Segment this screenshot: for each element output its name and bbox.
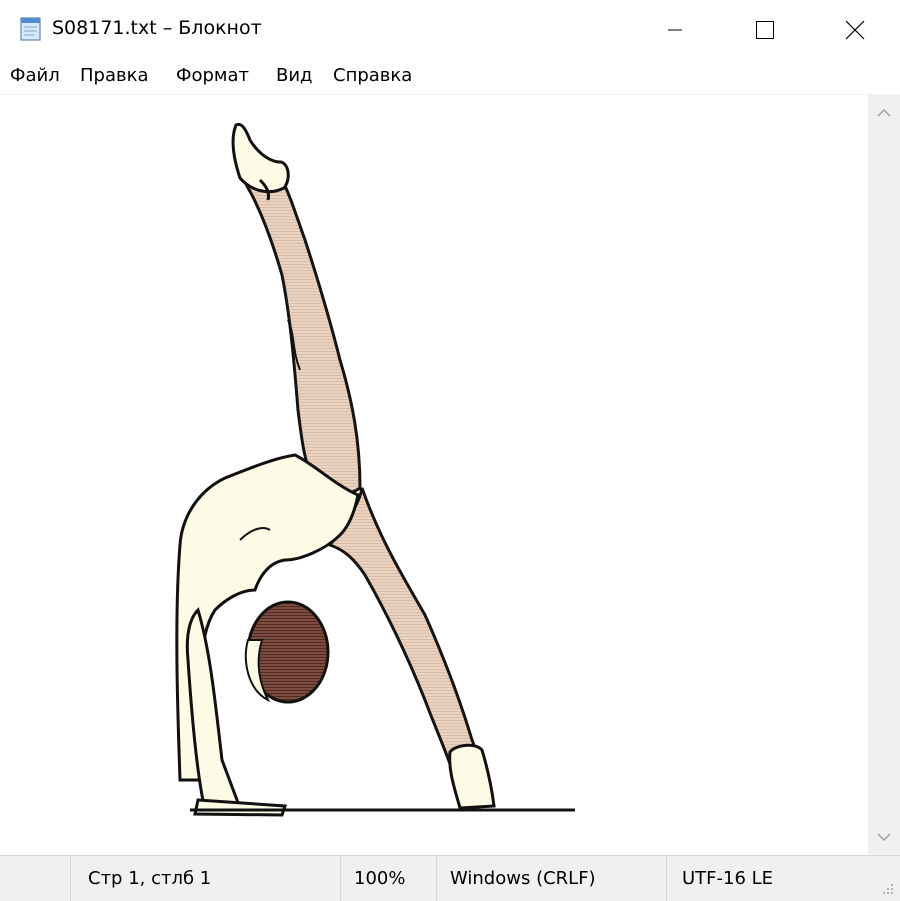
close-button[interactable] [810, 0, 900, 60]
minimize-icon [668, 29, 682, 31]
text-editor-area[interactable] [0, 95, 868, 855]
scroll-up-button[interactable] [868, 95, 900, 131]
status-bar: Стр 1, стлб 1 100% Windows (CRLF) UTF-16… [0, 855, 900, 901]
menu-help[interactable]: Справка [333, 65, 412, 86]
line-endings: Windows (CRLF) [450, 868, 596, 889]
menu-view[interactable]: Вид [276, 65, 313, 86]
status-divider [70, 856, 71, 901]
close-icon [845, 20, 865, 40]
chevron-up-icon [877, 108, 891, 117]
title-bar: S08171.txt – Блокнот [0, 0, 900, 60]
minimize-button[interactable] [630, 0, 720, 60]
zoom-level: 100% [354, 868, 406, 889]
status-divider [666, 856, 667, 901]
menu-file[interactable]: Файл [10, 65, 60, 86]
notepad-icon [18, 16, 44, 42]
menu-edit[interactable]: Правка [80, 65, 149, 86]
maximize-icon [756, 21, 774, 39]
window-title: S08171.txt – Блокнот [52, 17, 262, 39]
gymnast-drawing [175, 122, 575, 817]
maximize-button[interactable] [720, 0, 810, 60]
cursor-position: Стр 1, стлб 1 [88, 868, 212, 889]
standing-foot [448, 743, 496, 810]
chevron-down-icon [877, 833, 891, 842]
hands [193, 798, 288, 817]
menu-bar: Файл Правка Формат Вид Справка [0, 60, 900, 95]
status-divider [436, 856, 437, 901]
status-divider [340, 856, 341, 901]
scroll-down-button[interactable] [868, 819, 900, 855]
vertical-scrollbar[interactable] [868, 95, 900, 855]
encoding: UTF-16 LE [682, 868, 774, 889]
menu-format[interactable]: Формат [176, 65, 249, 86]
resize-grip-icon[interactable] [882, 883, 894, 895]
